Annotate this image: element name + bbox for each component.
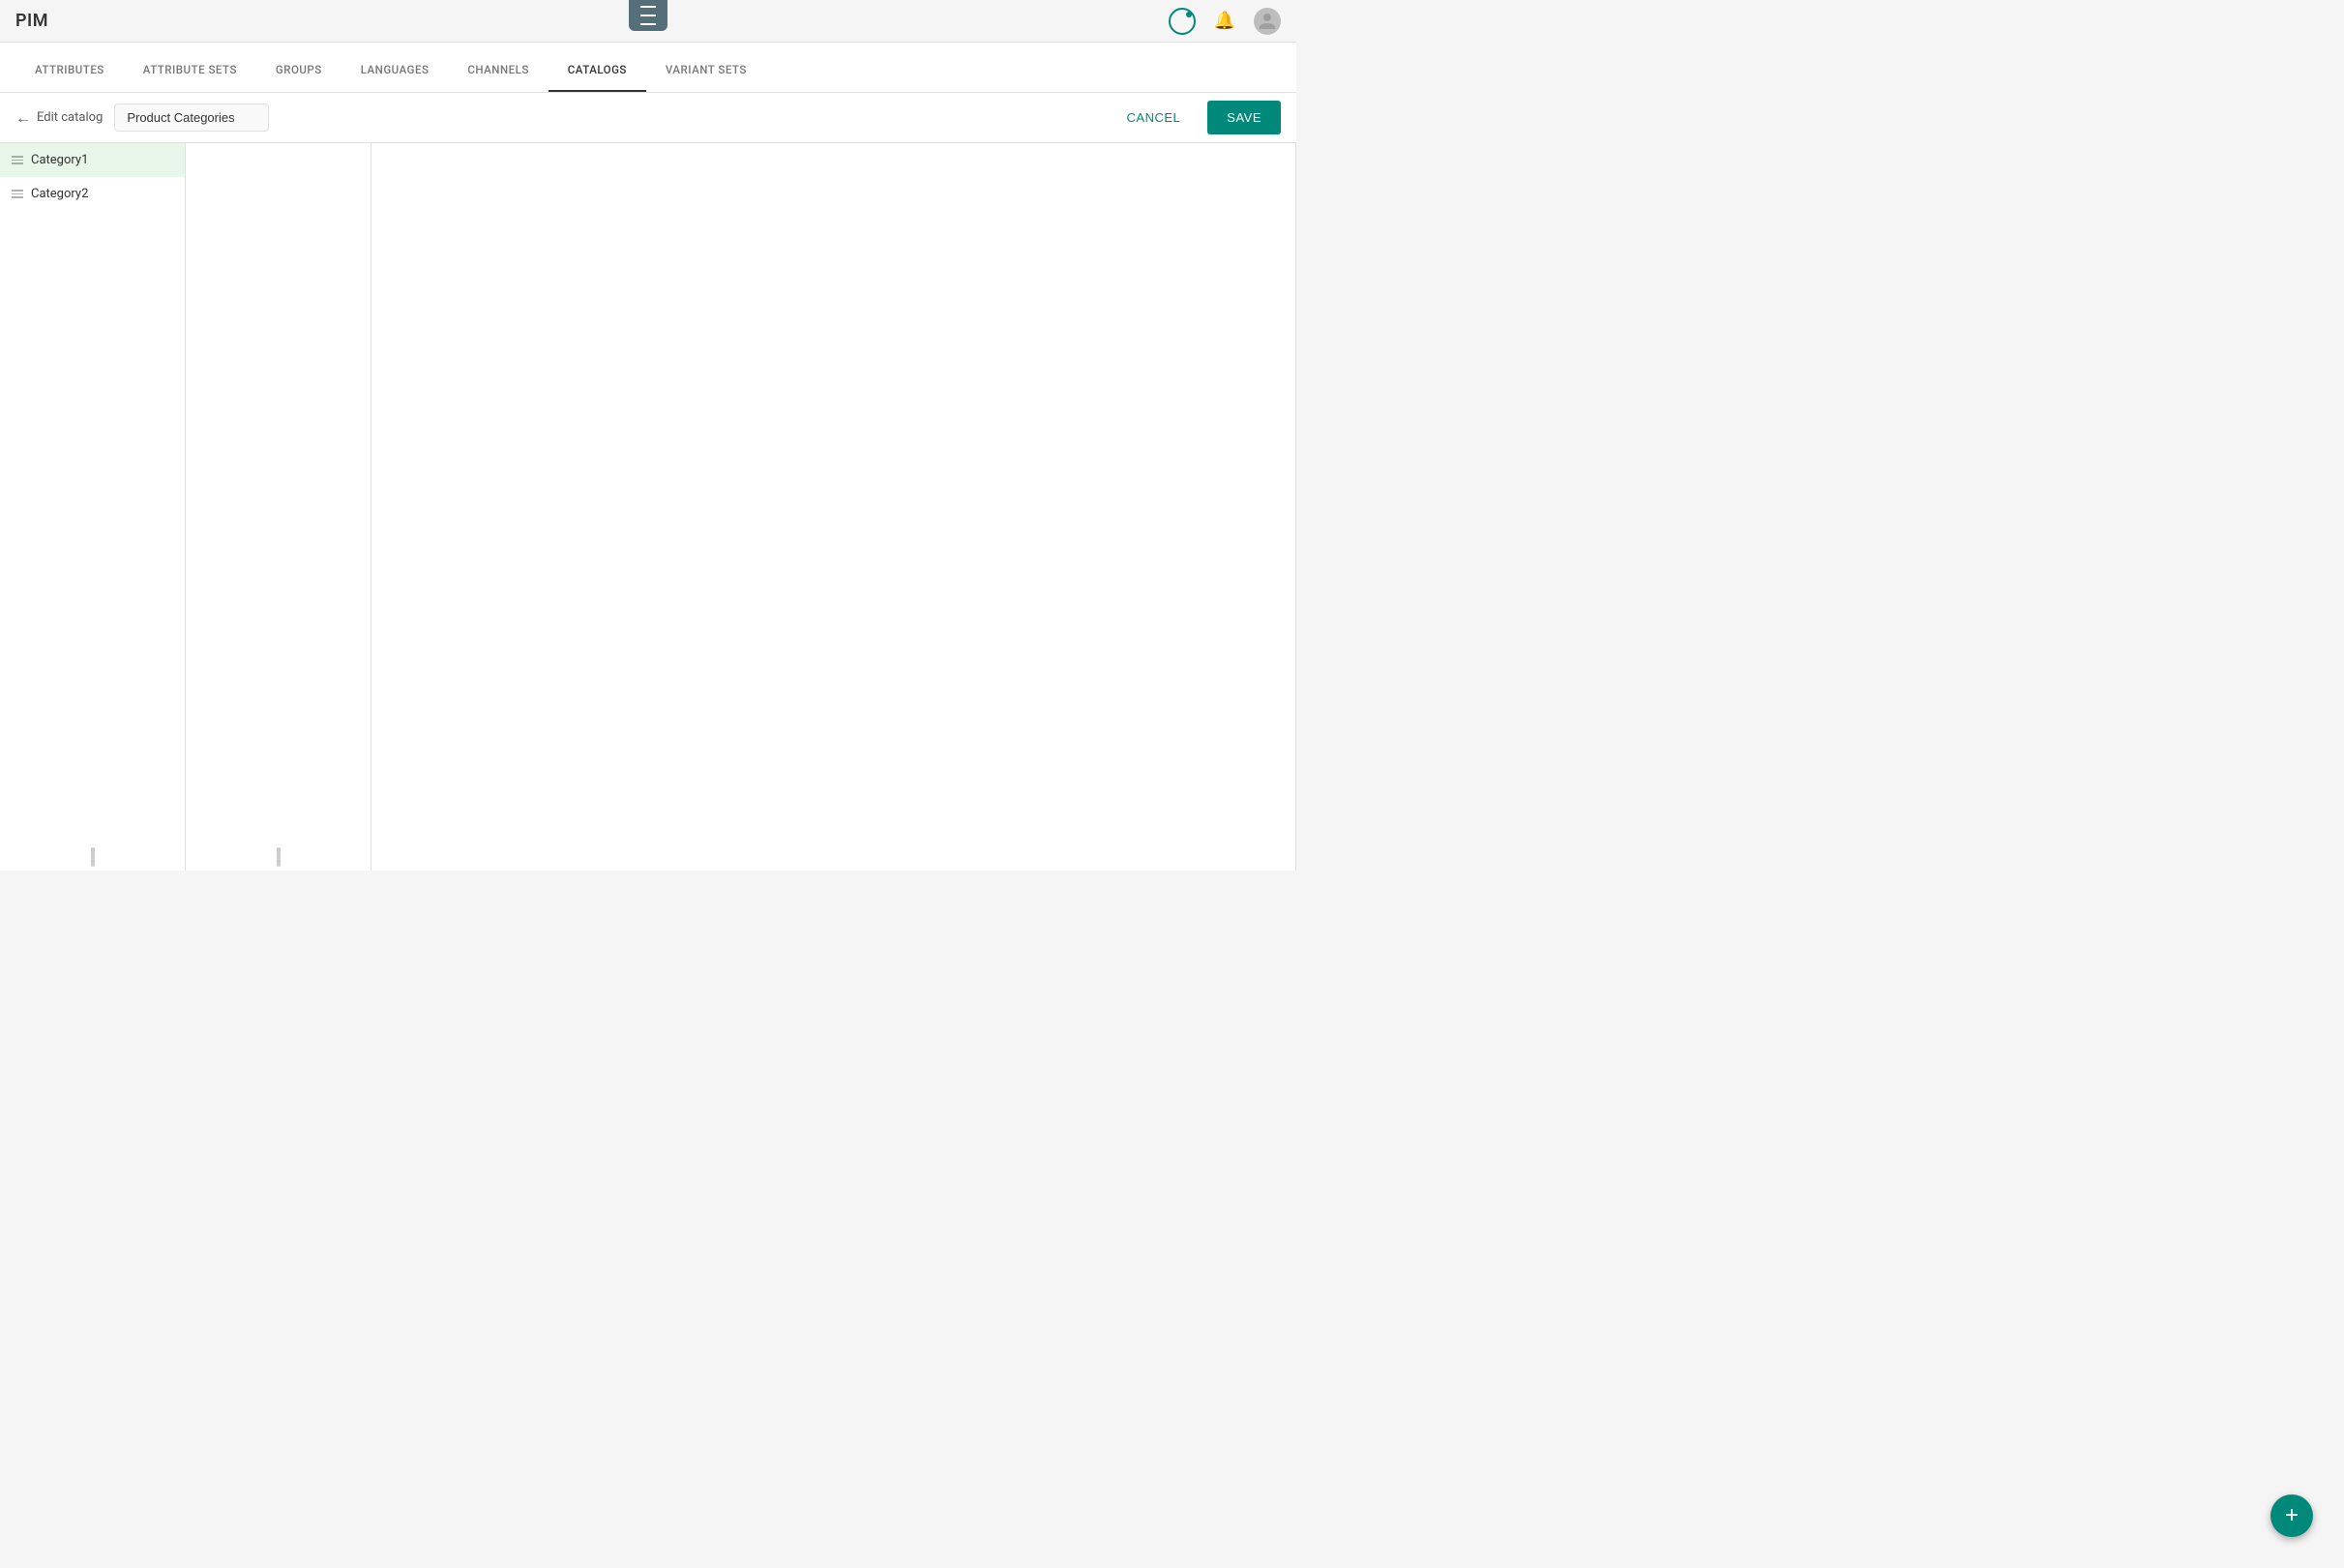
- category-label-2: Category2: [31, 187, 88, 201]
- menu-line-2: [640, 15, 656, 16]
- cancel-button[interactable]: CANCEL: [1112, 103, 1197, 133]
- tab-catalogs[interactable]: CATALOGS: [549, 49, 646, 92]
- floating-toolbar[interactable]: [629, 0, 668, 31]
- save-button[interactable]: SAVE: [1207, 101, 1281, 134]
- activity-icon[interactable]: [1169, 8, 1196, 35]
- tab-languages[interactable]: LANGUAGES: [341, 49, 449, 92]
- back-arrow-icon: ←: [15, 108, 31, 128]
- edit-bar: ← Edit catalog CANCEL SAVE: [0, 93, 1296, 143]
- content-area: Category1 Category2: [0, 143, 1296, 871]
- category-label-1: Category1: [31, 153, 88, 167]
- app-header: PIM 🔔: [0, 0, 1296, 43]
- tab-attribute-sets[interactable]: ATTRIBUTE SETS: [124, 49, 256, 92]
- menu-line-3: [640, 23, 656, 25]
- drag-handle-icon-2: [12, 190, 23, 198]
- drag-handle-icon-1: [12, 156, 23, 164]
- nav-tabs: ATTRIBUTES ATTRIBUTE SETS GROUPS LANGUAG…: [0, 43, 1296, 93]
- edit-catalog-label: Edit catalog: [37, 110, 103, 125]
- category-column-2: [186, 143, 371, 871]
- col2-resize-handle[interactable]: [277, 847, 281, 867]
- tab-channels[interactable]: CHANNELS: [448, 49, 548, 92]
- notification-bell-icon[interactable]: 🔔: [1211, 8, 1238, 35]
- col1-resize-handle[interactable]: [91, 847, 95, 867]
- avatar[interactable]: [1254, 8, 1281, 35]
- menu-line-1: [640, 6, 656, 8]
- tab-groups[interactable]: GROUPS: [256, 49, 341, 92]
- header-right: 🔔: [1169, 8, 1281, 35]
- tab-variant-sets[interactable]: VARIANT SETS: [646, 49, 766, 92]
- category-item-1[interactable]: Category1: [0, 143, 185, 177]
- category-column-3: [371, 143, 1296, 871]
- app-logo: PIM: [15, 11, 48, 31]
- header-center-toolbar: [629, 0, 668, 31]
- category-column-1: Category1 Category2: [0, 143, 186, 871]
- back-button[interactable]: ← Edit catalog: [15, 108, 103, 128]
- catalog-name-input[interactable]: [114, 104, 269, 132]
- add-fab-button[interactable]: +: [2270, 1494, 2313, 1537]
- category-item-2[interactable]: Category2: [0, 177, 185, 211]
- tab-attributes[interactable]: ATTRIBUTES: [15, 49, 124, 92]
